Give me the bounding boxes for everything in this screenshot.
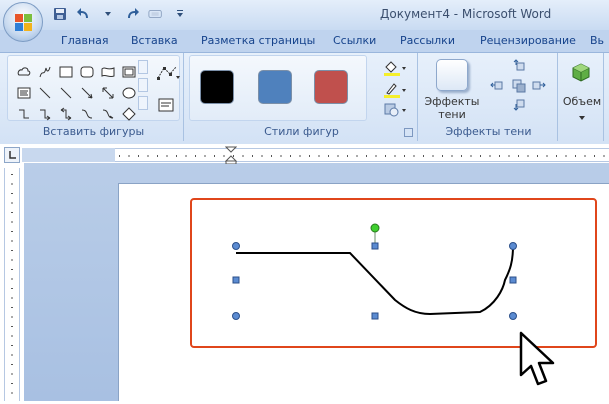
office-logo-icon bbox=[15, 14, 33, 32]
mouse-pointer-icon bbox=[518, 330, 558, 393]
office-button[interactable] bbox=[3, 2, 43, 42]
selection-highlight-frame bbox=[190, 198, 597, 348]
